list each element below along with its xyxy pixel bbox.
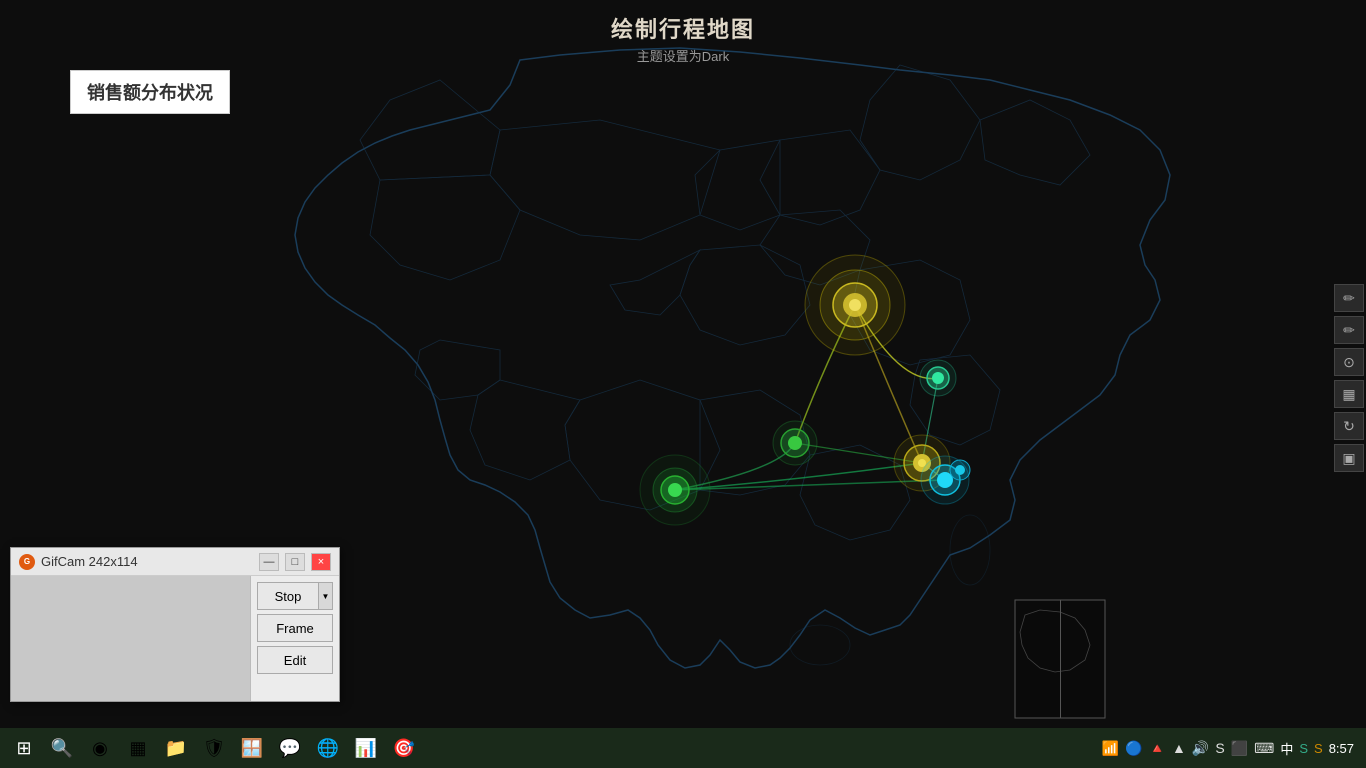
taskbar-right: 📶 🔵 🔺 ▲ 🔊 S ⬛ ⌨ 中 S S 8:57 [1102, 739, 1362, 758]
gifcam-title-text: GifCam 242x114 [41, 554, 253, 569]
tray-unknown[interactable]: ▲ [1172, 740, 1186, 756]
frame-button[interactable]: Frame [257, 614, 333, 642]
taskbar-app[interactable]: 🎯 [386, 730, 422, 766]
stop-btn-wrap[interactable]: Stop ▼ [257, 582, 333, 610]
tray-sogou[interactable]: S [1299, 741, 1308, 756]
taskbar-wechat[interactable]: 💬 [272, 730, 308, 766]
toolbar-btn-target[interactable]: ⊙ [1334, 348, 1364, 376]
edit-button[interactable]: Edit [257, 646, 333, 674]
tray-360[interactable]: 🔵 [1125, 740, 1142, 757]
taskbar-explorer[interactable]: 📁 [158, 730, 194, 766]
toolbar-btn-refresh[interactable]: ↻ [1334, 412, 1364, 440]
gifcam-minimize-btn[interactable]: — [259, 553, 279, 571]
clock-time: 8:57 [1329, 741, 1354, 756]
tray-display[interactable]: ⬛ [1231, 740, 1248, 757]
taskbar-task-view[interactable]: ▦ [120, 730, 156, 766]
gifcam-close-btn[interactable]: × [311, 553, 331, 571]
tray-wifi[interactable]: 📶 [1102, 740, 1119, 757]
taskbar-search[interactable]: 🔍 [44, 730, 80, 766]
gifcam-controls: Stop ▼ Frame Edit [251, 576, 339, 701]
taskbar-360[interactable]: 🛡 [196, 730, 232, 766]
right-toolbar: ✏ ✏ ⊙ ▦ ↻ ▣ [1330, 280, 1366, 476]
stop-button-main[interactable]: Stop [258, 583, 318, 609]
tray-ime-s1[interactable]: S [1215, 740, 1224, 756]
taskbar-chrome[interactable]: 🌐 [310, 730, 346, 766]
toolbar-btn-grid[interactable]: ▦ [1334, 380, 1364, 408]
tray-ime-s2[interactable]: S [1314, 741, 1323, 756]
taskbar-store[interactable]: 🪟 [234, 730, 270, 766]
gifcam-titlebar: G GifCam 242x114 — □ × [11, 548, 339, 576]
map-area: 绘制行程地图 主题设置为Dark 销售额分布状况 ✏ ✏ ⊙ ▦ ↻ ▣ G G… [0, 0, 1366, 730]
toolbar-btn-layers[interactable]: ▣ [1334, 444, 1364, 472]
gifcam-logo: G [19, 554, 35, 570]
tray-lang-en[interactable]: ⌨ [1254, 740, 1274, 757]
gifcam-preview [11, 576, 251, 701]
gifcam-body: Stop ▼ Frame Edit [11, 576, 339, 701]
taskbar-cortana[interactable]: ◉ [82, 730, 118, 766]
map-title: 绘制行程地图 主题设置为Dark [611, 12, 755, 65]
toolbar-btn-pencil1[interactable]: ✏ [1334, 284, 1364, 312]
map-title-main: 绘制行程地图 [611, 12, 755, 44]
toolbar-btn-pencil2[interactable]: ✏ [1334, 316, 1364, 344]
sales-label: 销售额分布状况 [70, 70, 230, 114]
tray-sound[interactable]: 🔊 [1192, 740, 1209, 757]
taskbar-clock[interactable]: 8:57 [1329, 741, 1354, 756]
taskbar-ppt[interactable]: 📊 [348, 730, 384, 766]
gifcam-window: G GifCam 242x114 — □ × Stop ▼ Frame Edit [10, 547, 340, 702]
tray-lang-zh[interactable]: 中 [1280, 739, 1293, 758]
stop-dropdown[interactable]: ▼ [318, 583, 332, 609]
start-button[interactable]: ⊞ [4, 728, 44, 768]
map-title-sub: 主题设置为Dark [611, 46, 755, 65]
tray-antivirus[interactable]: 🔺 [1149, 740, 1166, 757]
gifcam-restore-btn[interactable]: □ [285, 553, 305, 571]
taskbar-icons: 🔍 ◉ ▦ 📁 🛡 🪟 💬 🌐 📊 🎯 [44, 730, 422, 766]
taskbar: ⊞ 🔍 ◉ ▦ 📁 🛡 🪟 💬 🌐 📊 🎯 📶 🔵 🔺 ▲ 🔊 S ⬛ ⌨ 中 … [0, 728, 1366, 768]
